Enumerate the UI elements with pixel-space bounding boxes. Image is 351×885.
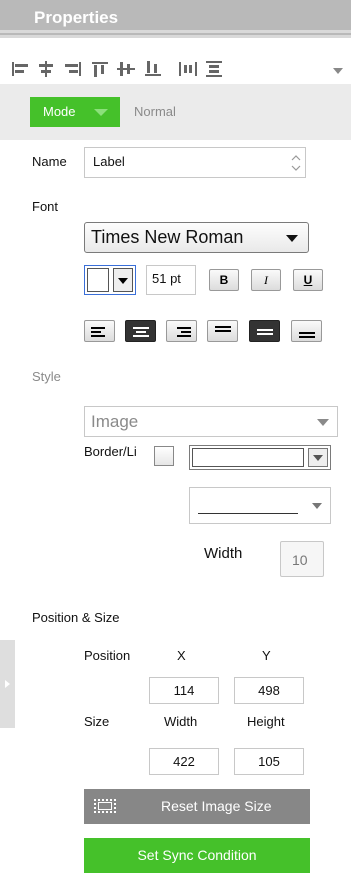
- mode-value: Normal: [134, 104, 176, 119]
- distribute-vertical-icon[interactable]: [204, 60, 224, 78]
- title-stripe: [0, 30, 351, 33]
- align-text-right-icon: [177, 327, 191, 337]
- mode-row: Mode Normal: [0, 84, 351, 140]
- position-label: Position: [84, 648, 131, 663]
- border-color-picker[interactable]: [189, 445, 331, 470]
- align-text-center-button[interactable]: [125, 320, 156, 342]
- valign-middle-button[interactable]: [249, 320, 280, 342]
- resize-icon-inner: [98, 802, 112, 810]
- align-top-icon[interactable]: [90, 60, 110, 78]
- spinner-icon[interactable]: [291, 154, 301, 172]
- font-family-select[interactable]: Times New Roman: [84, 222, 309, 253]
- name-value: Label: [93, 154, 125, 169]
- font-family-value: Times New Roman: [91, 227, 244, 247]
- line-style-preview: [198, 513, 298, 514]
- font-size-field[interactable]: 51 pt: [146, 265, 196, 295]
- border-color-swatch: [192, 448, 304, 467]
- x-label: X: [177, 648, 186, 663]
- align-middle-icon[interactable]: [116, 60, 136, 78]
- position-x-field[interactable]: 114: [149, 677, 219, 704]
- reset-image-size-label: Reset Image Size: [161, 798, 272, 814]
- height-label: Height: [247, 714, 285, 729]
- set-sync-condition-button[interactable]: Set Sync Condition: [84, 838, 310, 873]
- name-label: Name: [32, 154, 67, 169]
- width-label: Width: [164, 714, 198, 729]
- underline-button[interactable]: U: [293, 269, 323, 291]
- border-width-field[interactable]: 10: [280, 541, 324, 577]
- border-label: Border/Li: [84, 444, 137, 459]
- reset-image-size-button[interactable]: Reset Image Size: [84, 789, 310, 824]
- chevron-down-icon: [312, 503, 322, 509]
- valign-bottom-icon: [299, 332, 315, 338]
- italic-button[interactable]: I: [251, 269, 281, 291]
- position-size-section-label: Position & Size: [32, 610, 120, 625]
- panel-title: Properties: [34, 8, 119, 27]
- dropdown-arrow-icon: [113, 268, 133, 292]
- name-field[interactable]: Label: [84, 147, 306, 178]
- chevron-down-icon: [317, 419, 329, 426]
- align-right-icon[interactable]: [63, 60, 83, 78]
- valign-middle-icon: [257, 329, 273, 335]
- valign-top-button[interactable]: [207, 320, 238, 342]
- align-text-center-icon: [133, 327, 149, 337]
- position-y-field[interactable]: 498: [234, 677, 304, 704]
- align-left-icon[interactable]: [10, 60, 30, 78]
- border-width-label: Width: [204, 545, 243, 562]
- align-text-left-icon: [91, 327, 105, 337]
- size-label: Size: [84, 714, 110, 729]
- mode-button-label: Mode: [43, 104, 76, 119]
- fill-type-value: Image: [91, 412, 139, 431]
- border-checkbox[interactable]: [154, 446, 174, 466]
- properties-title-bar: Properties: [0, 0, 351, 38]
- align-text-left-button[interactable]: [84, 320, 115, 342]
- chevron-down-icon[interactable]: [333, 68, 343, 74]
- y-label: Y: [262, 648, 271, 663]
- style-section-label: Style: [32, 369, 61, 384]
- align-bottom-icon[interactable]: [143, 60, 163, 78]
- border-width-value: 10: [292, 552, 308, 568]
- size-height-field[interactable]: 105: [234, 748, 304, 775]
- valign-top-icon: [215, 326, 231, 332]
- font-size-value: 51 pt: [152, 271, 181, 286]
- chevron-down-icon: [286, 235, 298, 242]
- font-color-swatch: [87, 268, 109, 292]
- font-section-label: Font: [32, 199, 59, 214]
- title-stripe: [0, 35, 351, 38]
- line-style-select[interactable]: [189, 487, 331, 524]
- distribute-horizontal-icon[interactable]: [178, 60, 198, 78]
- valign-bottom-button[interactable]: [291, 320, 322, 342]
- align-center-icon[interactable]: [36, 60, 56, 78]
- align-text-right-button[interactable]: [166, 320, 197, 342]
- chevron-right-icon: [5, 680, 10, 688]
- font-color-picker[interactable]: [84, 265, 136, 295]
- bold-button[interactable]: B: [209, 269, 239, 291]
- panel-collapse-tab[interactable]: [0, 640, 15, 728]
- dropdown-arrow-icon: [308, 448, 328, 467]
- size-width-field[interactable]: 422: [149, 748, 219, 775]
- mode-button[interactable]: Mode: [30, 97, 120, 127]
- chevron-down-icon: [94, 109, 108, 116]
- fill-type-select[interactable]: Image: [84, 406, 338, 437]
